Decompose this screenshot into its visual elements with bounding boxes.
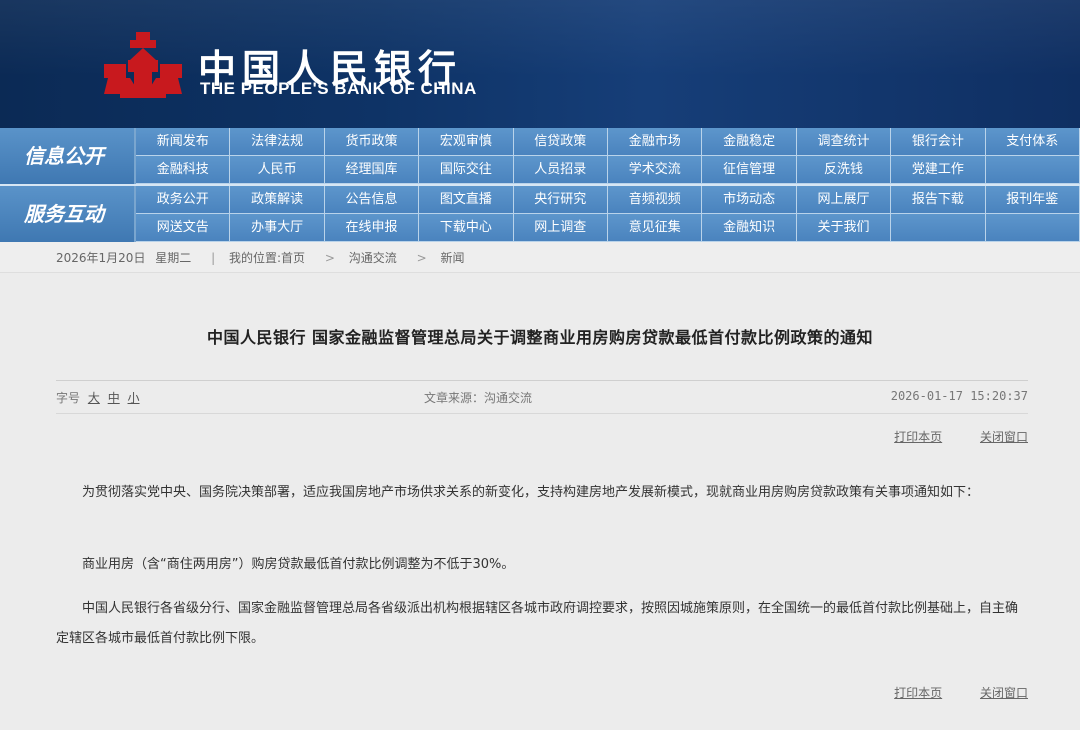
current-weekday: 星期二 <box>155 251 192 265</box>
font-size-medium-link[interactable]: 中 <box>108 391 120 405</box>
close-window-link[interactable]: 关闭窗口 <box>980 686 1028 700</box>
current-date: 2026年1月20日 <box>56 251 146 265</box>
nav-info-item-11[interactable]: 人民币 <box>230 156 325 184</box>
nav-info-item-6[interactable]: 金融稳定 <box>702 128 797 156</box>
nav-info-item-13[interactable]: 国际交往 <box>419 156 514 184</box>
article-source: 文章来源：沟通交流 <box>424 391 533 405</box>
nav-info-item-3[interactable]: 宏观审慎 <box>419 128 514 156</box>
article-tools-top: 打印本页 关闭窗口 <box>860 428 1028 445</box>
nav-service-item-11[interactable]: 办事大厅 <box>230 214 325 242</box>
article-meta-bar: 字号 大 中 小 文章来源：沟通交流 2026-01-17 15:20:37 <box>56 380 1028 414</box>
nav-service-item-7[interactable]: 网上展厅 <box>796 186 892 214</box>
article-paragraph: 商业用房（含“商住两用房”）购房贷款最低首付款比例调整为不低于30%。 <box>82 557 515 572</box>
font-size-large-link[interactable]: 大 <box>88 391 100 405</box>
nav-service-empty-cell <box>891 214 986 242</box>
article-tools-bottom: 打印本页 关闭窗口 <box>860 684 1028 701</box>
nav-service-item-8[interactable]: 报告下载 <box>891 186 986 214</box>
close-window-link[interactable]: 关闭窗口 <box>980 430 1028 444</box>
nav-service-item-16[interactable]: 金融知识 <box>702 214 797 242</box>
nav-info-item-12[interactable]: 经理国库 <box>324 156 420 184</box>
nav-band-service-interaction: 服务互动 政务公开 政策解读 公告信息 图文直播 央行研究 音频视频 市场动态 网上展厅 报告下… <box>0 186 1080 242</box>
nav-info-item-14[interactable]: 人员招录 <box>513 156 608 184</box>
nav-service-item-0[interactable]: 政务公开 <box>136 186 231 214</box>
nav-service-item-13[interactable]: 下载中心 <box>419 214 514 242</box>
logo-english-name[interactable]: THE PEOPLE'S BANK OF CHINA <box>200 79 477 99</box>
nav-service-item-15[interactable]: 意见征集 <box>608 214 703 242</box>
nav-service-item-2[interactable]: 公告信息 <box>324 186 420 214</box>
nav-info-item-18[interactable]: 党建工作 <box>891 156 986 184</box>
nav-service-item-9[interactable]: 报刊年鉴 <box>985 186 1080 214</box>
main-nav: 信息公开 新闻发布 法律法规 货币政策 宏观审慎 信贷政策 金融市场 金融稳定 调查统计 银行会… <box>0 128 1080 242</box>
nav-info-item-17[interactable]: 反洗钱 <box>796 156 892 184</box>
nav-service-item-6[interactable]: 市场动态 <box>702 186 797 214</box>
nav-band-info-disclosure: 信息公开 新闻发布 法律法规 货币政策 宏观审慎 信贷政策 金融市场 金融稳定 调查统计 银行会… <box>0 128 1080 184</box>
nav-service-item-10[interactable]: 网送文告 <box>136 214 231 242</box>
nav-service-empty-cell <box>985 214 1080 242</box>
article-paragraph: 为贯彻落实党中央、国务院决策部署，适应我国房地产市场供求关系的新变化，支持构建房… <box>82 485 980 500</box>
font-size-small-link[interactable]: 小 <box>128 391 140 405</box>
breadcrumb: 2026年1月20日 星期二 | 我的位置:首页 > 沟通交流 > 新闻 <box>56 249 471 266</box>
site-header: 中国人民银行 THE PEOPLE'S BANK OF CHINA <box>0 0 1080 128</box>
font-size-label: 字号 <box>56 391 81 405</box>
nav-info-empty-cell <box>985 156 1080 184</box>
nav-band-label-info[interactable]: 信息公开 <box>0 128 134 184</box>
nav-info-item-5[interactable]: 金融市场 <box>608 128 703 156</box>
print-page-link[interactable]: 打印本页 <box>894 686 942 700</box>
nav-info-item-4[interactable]: 信贷政策 <box>513 128 608 156</box>
chevron-right-icon: > <box>324 251 335 265</box>
divider-bar: | <box>211 251 216 265</box>
breadcrumb-bar: 2026年1月20日 星期二 | 我的位置:首页 > 沟通交流 > 新闻 <box>0 242 1080 273</box>
print-page-link[interactable]: 打印本页 <box>894 430 942 444</box>
nav-service-item-17[interactable]: 关于我们 <box>796 214 892 242</box>
nav-service-item-12[interactable]: 在线申报 <box>324 214 420 242</box>
nav-info-item-2[interactable]: 货币政策 <box>324 128 420 156</box>
nav-info-item-0[interactable]: 新闻发布 <box>136 128 231 156</box>
nav-info-item-7[interactable]: 调查统计 <box>796 128 892 156</box>
nav-grid-info: 新闻发布 法律法规 货币政策 宏观审慎 信贷政策 金融市场 金融稳定 调查统计 银行会计 支付体系… <box>136 128 1080 184</box>
nav-service-item-5[interactable]: 音频视频 <box>608 186 703 214</box>
nav-info-item-1[interactable]: 法律法规 <box>230 128 325 156</box>
nav-info-item-10[interactable]: 金融科技 <box>136 156 231 184</box>
breadcrumb-prefix: 我的位置: <box>229 251 282 265</box>
article-container: 中国人民银行 国家金融监督管理总局关于调整商业用房购房贷款最低首付款比例政策的通… <box>0 288 1080 730</box>
nav-grid-service: 政务公开 政策解读 公告信息 图文直播 央行研究 音频视频 市场动态 网上展厅 报告下载 报刊年鉴… <box>136 186 1080 242</box>
article-title: 中国人民银行 国家金融监督管理总局关于调整商业用房购房贷款最低首付款比例政策的通… <box>206 328 874 347</box>
breadcrumb-home-link[interactable]: 首页 <box>281 251 305 265</box>
nav-info-item-16[interactable]: 征信管理 <box>702 156 797 184</box>
nav-service-item-4[interactable]: 央行研究 <box>513 186 608 214</box>
article-datetime: 2026-01-17 15:20:37 <box>890 389 1028 403</box>
breadcrumb-level2-link[interactable]: 新闻 <box>441 251 465 265</box>
font-size-switcher: 字号 大 中 小 <box>56 389 140 406</box>
nav-service-item-14[interactable]: 网上调查 <box>513 214 608 242</box>
pbc-emblem-icon[interactable] <box>100 30 186 106</box>
nav-band-label-service[interactable]: 服务互动 <box>0 186 134 242</box>
nav-service-item-3[interactable]: 图文直播 <box>419 186 514 214</box>
nav-info-item-15[interactable]: 学术交流 <box>608 156 703 184</box>
nav-service-item-1[interactable]: 政策解读 <box>230 186 325 214</box>
breadcrumb-level1-link[interactable]: 沟通交流 <box>349 251 397 265</box>
nav-info-item-8[interactable]: 银行会计 <box>891 128 986 156</box>
article-paragraph: 中国人民银行各省级分行、国家金融监督管理总局各省级派出机构根据辖区各城市政府调控… <box>56 601 1019 646</box>
chevron-right-icon: > <box>416 251 427 265</box>
nav-info-item-9[interactable]: 支付体系 <box>985 128 1080 156</box>
